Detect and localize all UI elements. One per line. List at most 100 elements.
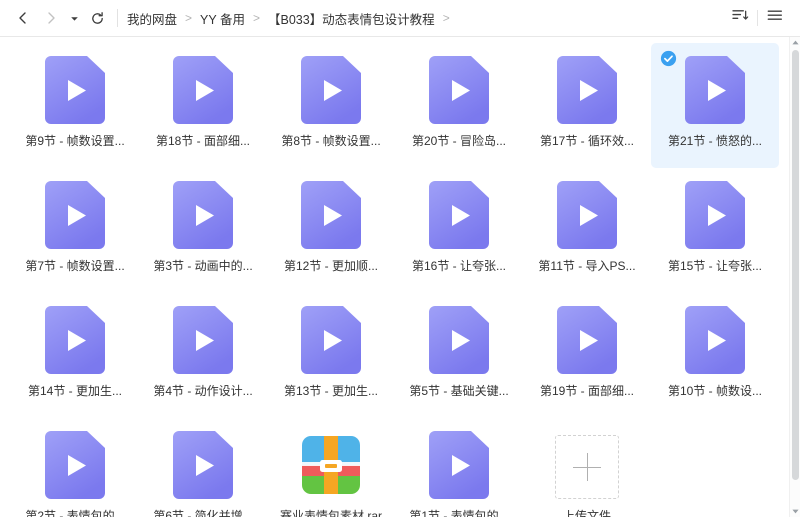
- file-name: 第5节 - 基础关键...: [409, 384, 509, 398]
- file-name: 赛业表情包素材.rar: [279, 509, 382, 517]
- file-name: 第3节 - 动画中的...: [153, 259, 253, 273]
- refresh-icon: [90, 11, 105, 26]
- file-thumbnail: [678, 178, 752, 252]
- file-item-selected[interactable]: 第21节 - 愤怒的...: [651, 43, 779, 168]
- selected-check-icon[interactable]: [660, 50, 677, 67]
- file-name: 第13节 - 更加生...: [283, 384, 378, 398]
- upload-dropzone[interactable]: [550, 428, 624, 502]
- file-thumbnail: [294, 53, 368, 127]
- video-file-icon: [429, 181, 489, 249]
- video-file-icon: [685, 56, 745, 124]
- caret-down-icon: [70, 14, 79, 23]
- file-thumbnail: [294, 428, 368, 502]
- top-toolbar: 我的网盘 > YY 备用 > 【B033】动态表情包设计教程 >: [0, 0, 800, 37]
- file-item[interactable]: 第2节 - 表情包的...: [11, 418, 139, 517]
- navigation-controls: [10, 5, 110, 31]
- scrollbar-track[interactable]: [790, 48, 800, 506]
- file-item[interactable]: 第14节 - 更加生...: [11, 293, 139, 418]
- breadcrumb-item-current[interactable]: 【B033】动态表情包设计教程: [268, 8, 435, 29]
- breadcrumb-item-folder[interactable]: YY 备用: [200, 8, 245, 29]
- file-name: 第15节 - 让夸张...: [667, 259, 762, 273]
- video-file-icon: [173, 306, 233, 374]
- file-name: 第4节 - 动作设计...: [153, 384, 253, 398]
- breadcrumb-separator: >: [252, 11, 260, 25]
- file-thumbnail: [38, 303, 112, 377]
- scroll-up-button[interactable]: [790, 37, 800, 48]
- file-name: 第6节 - 简化并增...: [153, 509, 253, 517]
- file-item[interactable]: 第20节 - 冒险岛...: [395, 43, 523, 168]
- file-item[interactable]: 第6节 - 简化并增...: [139, 418, 267, 517]
- file-thumbnail: [38, 428, 112, 502]
- file-name: 第7节 - 帧数设置...: [25, 259, 125, 273]
- scroll-down-button[interactable]: [790, 506, 800, 517]
- file-item[interactable]: 第10节 - 帧数设...: [651, 293, 779, 418]
- back-button[interactable]: [10, 5, 36, 31]
- file-item[interactable]: 第1节 - 表情包的...: [395, 418, 523, 517]
- file-item[interactable]: 第9节 - 帧数设置...: [11, 43, 139, 168]
- file-browser-content: 第9节 - 帧数设置... 第18节 - 面部细... 第8节 - 帧数设置..…: [0, 37, 800, 517]
- file-thumbnail: [422, 53, 496, 127]
- forward-button[interactable]: [38, 5, 64, 31]
- file-thumbnail: [550, 53, 624, 127]
- file-thumbnail: [422, 178, 496, 252]
- file-thumbnail: [422, 303, 496, 377]
- file-name: 第8节 - 帧数设置...: [281, 134, 381, 148]
- upload-tile-label: 上传文件: [562, 509, 611, 517]
- toolbar-divider: [117, 9, 118, 27]
- file-item[interactable]: 第4节 - 动作设计...: [139, 293, 267, 418]
- refresh-button[interactable]: [84, 5, 110, 31]
- video-file-icon: [301, 306, 361, 374]
- file-thumbnail: [550, 178, 624, 252]
- history-dropdown-button[interactable]: [66, 5, 82, 31]
- video-file-icon: [45, 306, 105, 374]
- video-file-icon: [45, 181, 105, 249]
- video-file-icon: [173, 56, 233, 124]
- file-item[interactable]: 第11节 - 导入PS...: [523, 168, 651, 293]
- file-item[interactable]: 第15节 - 让夸张...: [651, 168, 779, 293]
- video-file-icon: [557, 181, 617, 249]
- file-grid: 第9节 - 帧数设置... 第18节 - 面部细... 第8节 - 帧数设置..…: [0, 37, 789, 517]
- toolbar-divider-right: [757, 10, 758, 26]
- file-thumbnail: [166, 53, 240, 127]
- file-item[interactable]: 第18节 - 面部细...: [139, 43, 267, 168]
- file-item[interactable]: 第16节 - 让夸张...: [395, 168, 523, 293]
- file-thumbnail: [38, 53, 112, 127]
- file-item[interactable]: 第8节 - 帧数设置...: [267, 43, 395, 168]
- file-item[interactable]: 第17节 - 循环效...: [523, 43, 651, 168]
- video-file-icon: [685, 181, 745, 249]
- scrollbar-thumb[interactable]: [792, 50, 799, 480]
- file-item[interactable]: 第13节 - 更加生...: [267, 293, 395, 418]
- file-name: 第12节 - 更加顺...: [283, 259, 378, 273]
- video-file-icon: [173, 431, 233, 499]
- file-name: 第18节 - 面部细...: [155, 134, 250, 148]
- file-item[interactable]: 第12节 - 更加顺...: [267, 168, 395, 293]
- file-item[interactable]: 第5节 - 基础关键...: [395, 293, 523, 418]
- upload-tile[interactable]: 上传文件: [523, 418, 651, 517]
- file-thumbnail: [422, 428, 496, 502]
- video-file-icon: [429, 431, 489, 499]
- file-item-archive[interactable]: 赛业表情包素材.rar: [267, 418, 395, 517]
- chevron-up-icon: [792, 40, 799, 45]
- file-name: 第17节 - 循环效...: [539, 134, 634, 148]
- file-item[interactable]: 第19节 - 面部细...: [523, 293, 651, 418]
- plus-icon[interactable]: [555, 435, 619, 499]
- plus-vertical-bar: [586, 453, 588, 481]
- video-file-icon: [557, 56, 617, 124]
- chevron-down-icon: [792, 509, 799, 514]
- file-name: 第9节 - 帧数设置...: [25, 134, 125, 148]
- file-thumbnail: [294, 178, 368, 252]
- vertical-scrollbar[interactable]: [789, 37, 800, 517]
- file-item[interactable]: 第3节 - 动画中的...: [139, 168, 267, 293]
- video-file-icon: [45, 431, 105, 499]
- breadcrumb-separator-trailing: >: [442, 11, 450, 25]
- file-name: 第14节 - 更加生...: [27, 384, 122, 398]
- sort-button[interactable]: [727, 6, 753, 30]
- file-thumbnail: [550, 303, 624, 377]
- view-mode-button[interactable]: [762, 6, 788, 30]
- file-item[interactable]: 第7节 - 帧数设置...: [11, 168, 139, 293]
- chevron-left-icon: [16, 11, 30, 25]
- breadcrumb: 我的网盘 > YY 备用 > 【B033】动态表情包设计教程 >: [127, 8, 717, 29]
- video-file-icon: [557, 306, 617, 374]
- file-thumbnail: [678, 53, 752, 127]
- breadcrumb-item-root[interactable]: 我的网盘: [127, 8, 177, 29]
